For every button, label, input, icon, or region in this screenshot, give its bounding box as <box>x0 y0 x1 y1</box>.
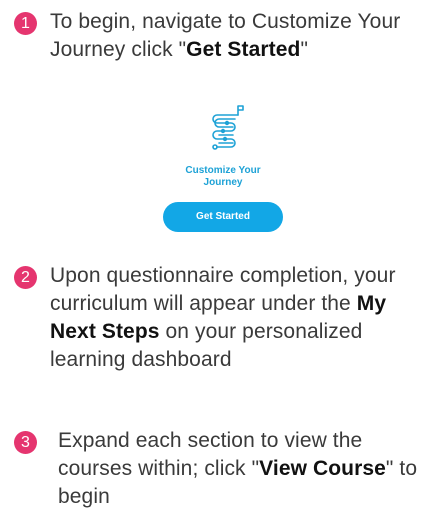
step-1-text: To begin, navigate to Customize Your Jou… <box>50 10 401 61</box>
get-started-button[interactable]: Get Started <box>163 202 283 232</box>
step-2: 2 Upon questionnaire completion, your cu… <box>14 262 435 382</box>
journey-path-icon <box>212 105 244 150</box>
step-number-badge: 1 <box>14 12 37 35</box>
card-title: Customize Your Journey <box>185 165 261 188</box>
customize-journey-card: Customize Your Journey Get Started <box>163 100 283 236</box>
step-1: 1 To begin, navigate to Customize Your J… <box>14 8 435 68</box>
step-1-emphasis: Get Started <box>186 38 301 61</box>
step-3-emphasis: View Course <box>259 457 386 480</box>
step-2-text: Upon questionnaire completion, your curr… <box>50 264 396 371</box>
step-number-badge: 2 <box>14 266 37 289</box>
step-3: 3 Expand each section to view the course… <box>14 427 435 515</box>
step-number-badge: 3 <box>14 431 37 454</box>
step-3-text: Expand each section to view the courses … <box>58 429 418 508</box>
